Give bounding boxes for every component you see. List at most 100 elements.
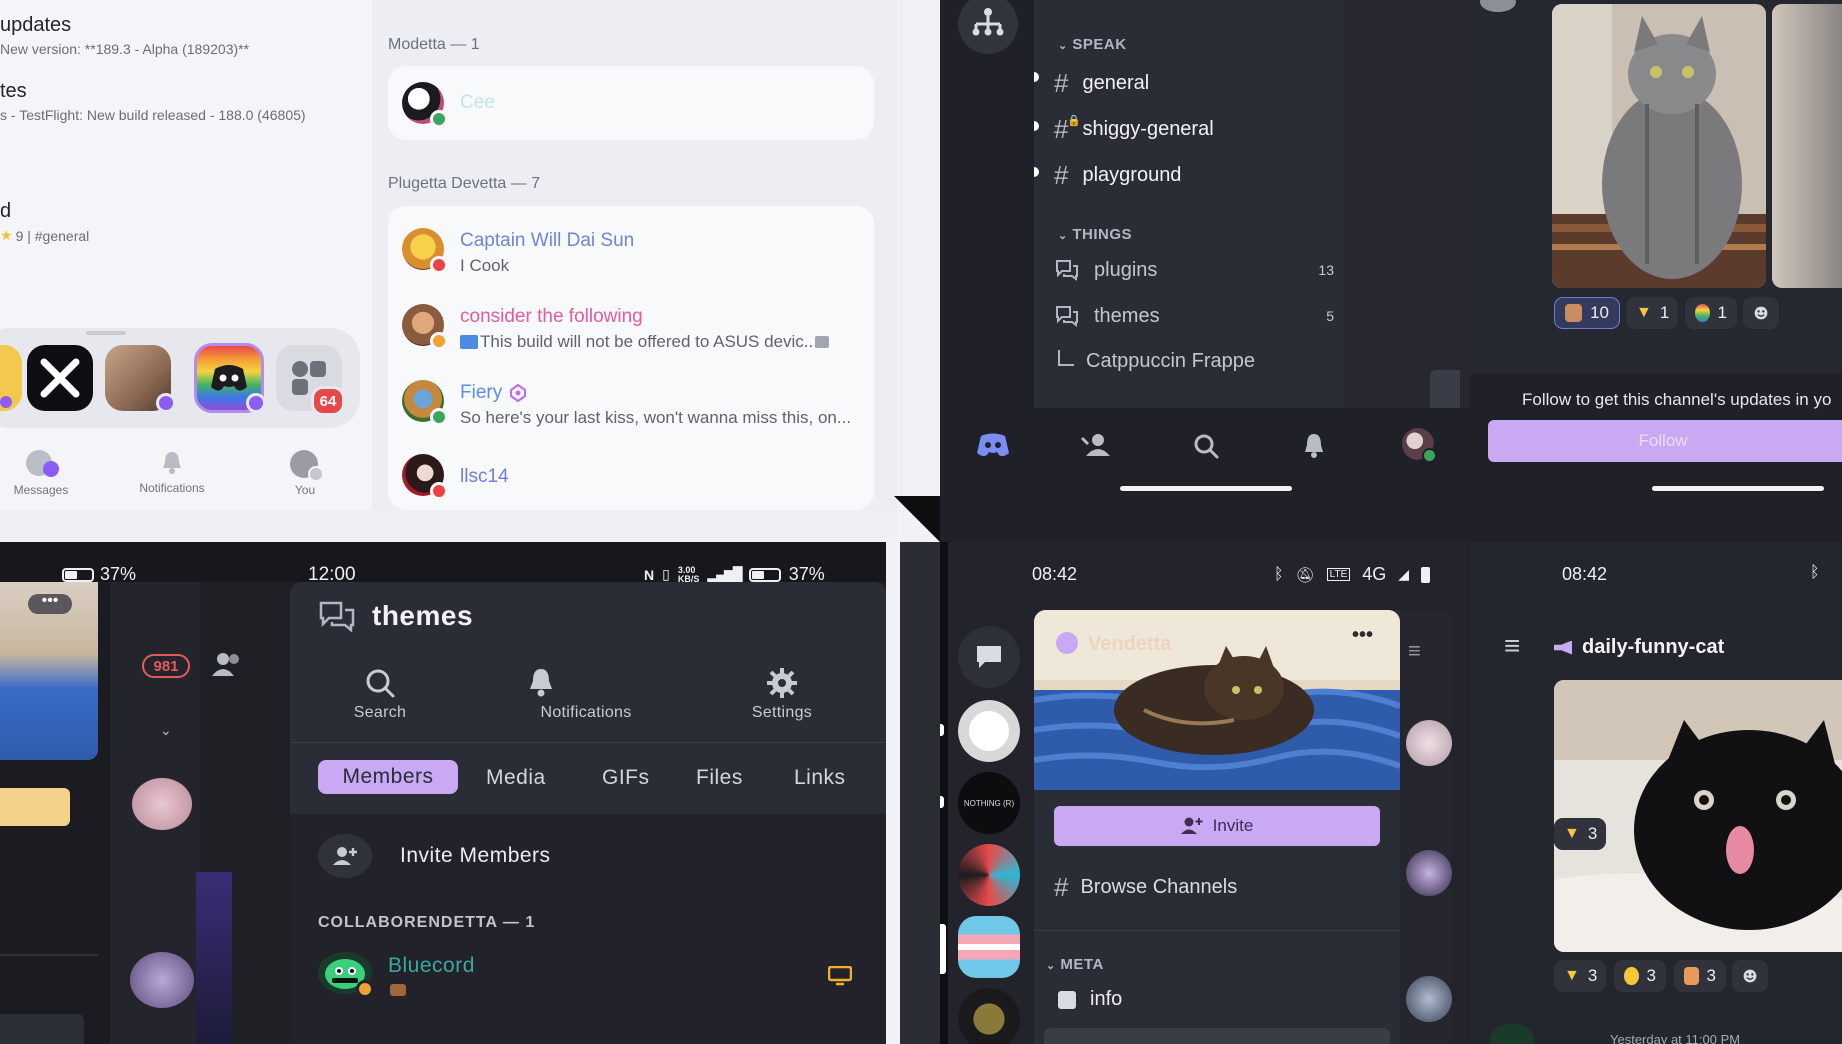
member-row[interactable]: Fiery So here's your last kiss, won't wa…: [388, 368, 874, 438]
member-row[interactable]: llsc14: [388, 444, 874, 504]
invite-button[interactable]: Invite: [1054, 806, 1380, 846]
update-sub: New version: **189.3 - Alpha (189203)**: [0, 41, 250, 57]
channel-shiggy-general[interactable]: # 🔒 shiggy-general: [1054, 114, 1214, 145]
discord-icon: [977, 433, 1009, 457]
more-icon[interactable]: •••: [1352, 624, 1373, 647]
unread-dot: [0, 396, 12, 408]
bluetooth-icon: ᛒ: [1274, 565, 1284, 583]
action-label: Settings: [751, 704, 813, 721]
member-row[interactable]: Bluecord: [318, 952, 858, 1012]
tab-media[interactable]: Media: [486, 766, 546, 790]
x-app-icon[interactable]: [27, 345, 93, 411]
avatar: [130, 952, 194, 1008]
nav-messages[interactable]: Messages: [10, 450, 72, 497]
invite-members-button[interactable]: Invite Members: [318, 834, 551, 878]
dock-handle[interactable]: [86, 331, 126, 335]
category-speak[interactable]: ⌄ SPEAK: [1058, 36, 1127, 53]
nothing-server-icon[interactable]: NOTHING (R): [958, 772, 1020, 834]
nav-label: Messages: [13, 483, 69, 497]
menu-icon[interactable]: ≡: [1504, 632, 1520, 660]
tab-search[interactable]: [1192, 432, 1220, 460]
chevron-down-icon[interactable]: ⌄: [160, 722, 172, 739]
dm-button[interactable]: [958, 626, 1020, 688]
server-icon[interactable]: [958, 844, 1020, 906]
channel-info[interactable]: info: [1058, 988, 1122, 1011]
status-bar: 37% 12:00 N ▯ 3.00 KB/S ▂▄▆█ 37%: [0, 542, 900, 585]
rainbow-emoji-icon: [1695, 304, 1710, 322]
input-box[interactable]: [0, 1014, 84, 1044]
update-item[interactable]: d ★ 9 | #general: [0, 200, 89, 244]
tab-files[interactable]: Files: [696, 766, 743, 790]
status-dnd-dot: [430, 482, 448, 500]
tab-gifs[interactable]: GIFs: [602, 766, 650, 790]
menu-icon[interactable]: ≡: [1408, 638, 1421, 664]
member-name: Captain Will Dai Sun: [460, 230, 635, 251]
nav-notifications[interactable]: Notifications: [130, 450, 214, 495]
channel-header[interactable]: daily-funny-cat: [1554, 636, 1724, 659]
add-user-icon: [318, 834, 372, 878]
search-icon: [1194, 434, 1219, 459]
browse-channels-button[interactable]: # Browse Channels: [1054, 872, 1237, 903]
avatar: [132, 778, 192, 830]
server-directory-button[interactable]: [958, 0, 1018, 54]
cat-image[interactable]: [1552, 4, 1766, 288]
reaction[interactable]: ▼ 1: [1626, 297, 1678, 329]
members-icon: [212, 653, 239, 676]
selected-indicator: [940, 924, 946, 974]
highlight-box: [0, 788, 70, 826]
update-item[interactable]: updates New version: **189.3 - Alpha (18…: [0, 14, 249, 57]
reaction[interactable]: ▼ 3: [1554, 960, 1606, 992]
vendetta-server-icon[interactable]: [958, 916, 1020, 978]
divider: [290, 742, 886, 743]
reaction[interactable]: 10: [1554, 297, 1620, 329]
member-card[interactable]: Cee: [388, 66, 874, 140]
mute-icon: 🔕︎: [1295, 566, 1315, 584]
channel-playground[interactable]: # playground: [1054, 160, 1181, 191]
avatar: [290, 450, 324, 482]
add-reaction-button[interactable]: [1743, 297, 1779, 329]
bottom-tab-bar: [940, 408, 1470, 542]
desktop-icon: [828, 966, 852, 986]
peek-image: [1430, 370, 1460, 408]
tab-friends[interactable]: [1080, 432, 1112, 458]
avatar[interactable]: [1402, 428, 1437, 463]
reaction[interactable]: 3: [1674, 960, 1726, 992]
reaction[interactable]: ▼ 3: [1554, 818, 1606, 850]
forum-icon: [1056, 306, 1078, 327]
channel-general[interactable]: # general: [1054, 68, 1149, 99]
follow-button[interactable]: Follow: [1488, 420, 1842, 462]
forum-themes[interactable]: themes 5: [1054, 304, 1334, 328]
reaction[interactable]: 1: [1685, 297, 1737, 329]
thread-catppuccin-frappe[interactable]: Catppuccin Frappe: [1058, 349, 1255, 373]
unread-indicator: [1034, 72, 1044, 82]
update-title: d: [0, 200, 12, 222]
tab-notifications[interactable]: [1302, 432, 1326, 460]
more-icon[interactable]: •••: [28, 593, 72, 614]
category-things[interactable]: ⌄ THINGS: [1058, 226, 1132, 243]
add-reaction-button[interactable]: [1732, 960, 1768, 992]
chevron-down-icon: ⌄: [1058, 40, 1068, 52]
status-online-dot: [430, 110, 448, 128]
member-row[interactable]: consider the following This build will n…: [388, 292, 874, 362]
bluetooth-icon: ᛒ: [1810, 564, 1820, 581]
signal-icon: ◢: [1398, 566, 1410, 582]
tab-home[interactable]: [976, 432, 1010, 458]
tab-links[interactable]: Links: [794, 766, 846, 790]
server-icon[interactable]: [958, 988, 1020, 1044]
friends-wave-icon: [1080, 434, 1110, 456]
server-icon[interactable]: [958, 700, 1020, 762]
reaction[interactable]: 3: [1614, 960, 1666, 992]
search-action[interactable]: Search: [330, 666, 430, 722]
forum-plugins[interactable]: plugins 13: [1054, 258, 1334, 282]
dark-channel-panel: ⌄ SPEAK # general # 🔒 shiggy-general # pl…: [940, 0, 1470, 542]
tab-members[interactable]: Members: [318, 760, 458, 794]
cat-image[interactable]: [1554, 680, 1842, 952]
category-meta[interactable]: ⌄ META: [1046, 956, 1104, 973]
update-item[interactable]: tes s - TestFlight: New build released -…: [0, 80, 306, 123]
unread-dot: [156, 393, 176, 413]
member-row[interactable]: Captain Will Dai Sun I Cook: [388, 216, 874, 286]
cat-image-2[interactable]: [1772, 4, 1842, 288]
nav-you[interactable]: You: [280, 450, 330, 497]
notifications-action[interactable]: Notifications: [526, 666, 646, 722]
settings-action[interactable]: Settings: [732, 666, 832, 722]
